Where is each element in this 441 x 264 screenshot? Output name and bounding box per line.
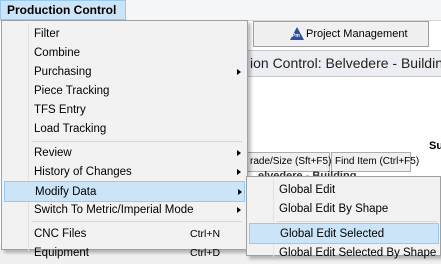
menu-item-modify-data[interactable]: Modify Data	[4, 181, 245, 202]
submenu-arrow-icon	[237, 69, 241, 75]
project-management-logo-icon: Pm	[290, 27, 304, 40]
side-label: Sur	[429, 140, 441, 152]
menu-item-load-tracking[interactable]: Load Tracking	[4, 119, 245, 140]
submenu-item-global-edit[interactable]: Global Edit	[249, 180, 439, 201]
menu-item-combine[interactable]: Combine	[4, 43, 245, 64]
project-management-tab[interactable]: Pm Project Management	[253, 21, 429, 47]
menu-item-review[interactable]: Review	[4, 143, 245, 164]
menu-item-piece-tracking[interactable]: Piece Tracking	[4, 81, 245, 102]
menu-item-equipment[interactable]: Equipment Ctrl+D	[4, 243, 245, 264]
submenu-arrow-icon	[237, 169, 241, 175]
menu-item-purchasing[interactable]: Purchasing	[4, 62, 245, 83]
submenu-item-global-edit-selected-by-shape[interactable]: Global Edit Selected By Shape	[249, 243, 439, 264]
menu-item-switch-units[interactable]: Switch To Metric/Imperial Mode	[4, 200, 245, 221]
menu-production-control-label: Production Control	[7, 3, 117, 17]
submenu-separator	[277, 221, 437, 222]
grade-size-button[interactable]: rade/Size (Sft+F5)	[246, 152, 331, 172]
menu-item-cnc-files[interactable]: CNC Files Ctrl+N	[4, 224, 245, 245]
modify-data-submenu: Global Edit Global Edit By Shape Global …	[246, 176, 441, 259]
find-item-button[interactable]: Find Item (Ctrl+F5)	[331, 152, 419, 172]
submenu-item-global-edit-by-shape[interactable]: Global Edit By Shape	[249, 199, 439, 220]
menu-production-control[interactable]: Production Control	[0, 0, 126, 20]
menu-item-filter[interactable]: Filter	[4, 24, 245, 45]
submenu-item-global-edit-selected[interactable]: Global Edit Selected	[249, 223, 439, 244]
submenu-arrow-icon	[238, 189, 242, 195]
submenu-arrow-icon	[237, 207, 241, 213]
page-title: ion Control: Belvedere - Building	[250, 55, 441, 71]
project-management-label: Project Management	[306, 28, 408, 40]
menu-item-history-of-changes[interactable]: History of Changes	[4, 162, 245, 183]
production-control-menu: Filter Combine Purchasing Piece Tracking…	[1, 20, 248, 259]
menu-item-tfs-entry[interactable]: TFS Entry	[4, 100, 245, 121]
menu-separator	[32, 141, 242, 142]
menu-separator	[32, 221, 242, 222]
submenu-arrow-icon	[237, 150, 241, 156]
